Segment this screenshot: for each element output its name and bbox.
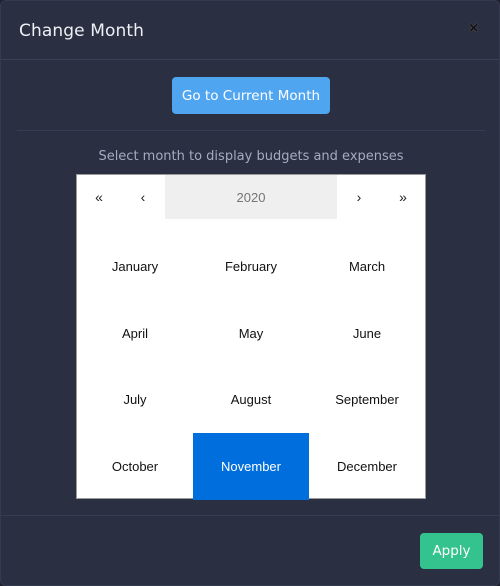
footer-divider <box>1 515 499 516</box>
month-october[interactable]: October <box>77 433 193 500</box>
year-label[interactable]: 2020 <box>165 175 337 219</box>
month-november[interactable]: November <box>193 433 309 500</box>
next-button[interactable]: › <box>337 175 381 219</box>
divider <box>17 130 485 131</box>
modal-header: Change Month × <box>1 1 499 60</box>
month-august[interactable]: August <box>193 366 309 433</box>
instruction-text: Select month to display budgets and expe… <box>98 149 404 164</box>
month-september[interactable]: September <box>309 366 425 433</box>
month-january[interactable]: January <box>77 233 193 300</box>
month-june[interactable]: June <box>309 300 425 367</box>
close-icon[interactable]: × <box>469 20 478 38</box>
modal-title: Change Month <box>19 21 144 41</box>
apply-button[interactable]: Apply <box>420 533 483 569</box>
month-may[interactable]: May <box>193 300 309 367</box>
change-month-modal: Change Month × Go to Current Month Selec… <box>0 0 500 586</box>
month-december[interactable]: December <box>309 433 425 500</box>
month-picker: « ‹ 2020 › » January February March Apri… <box>76 174 426 500</box>
month-february[interactable]: February <box>193 233 309 300</box>
month-april[interactable]: April <box>77 300 193 367</box>
next-year-button[interactable]: » <box>381 175 425 219</box>
prev-button[interactable]: ‹ <box>121 175 165 219</box>
go-to-current-month-button[interactable]: Go to Current Month <box>172 77 330 114</box>
month-july[interactable]: July <box>77 366 193 433</box>
month-march[interactable]: March <box>309 233 425 300</box>
prev-year-button[interactable]: « <box>77 175 121 219</box>
